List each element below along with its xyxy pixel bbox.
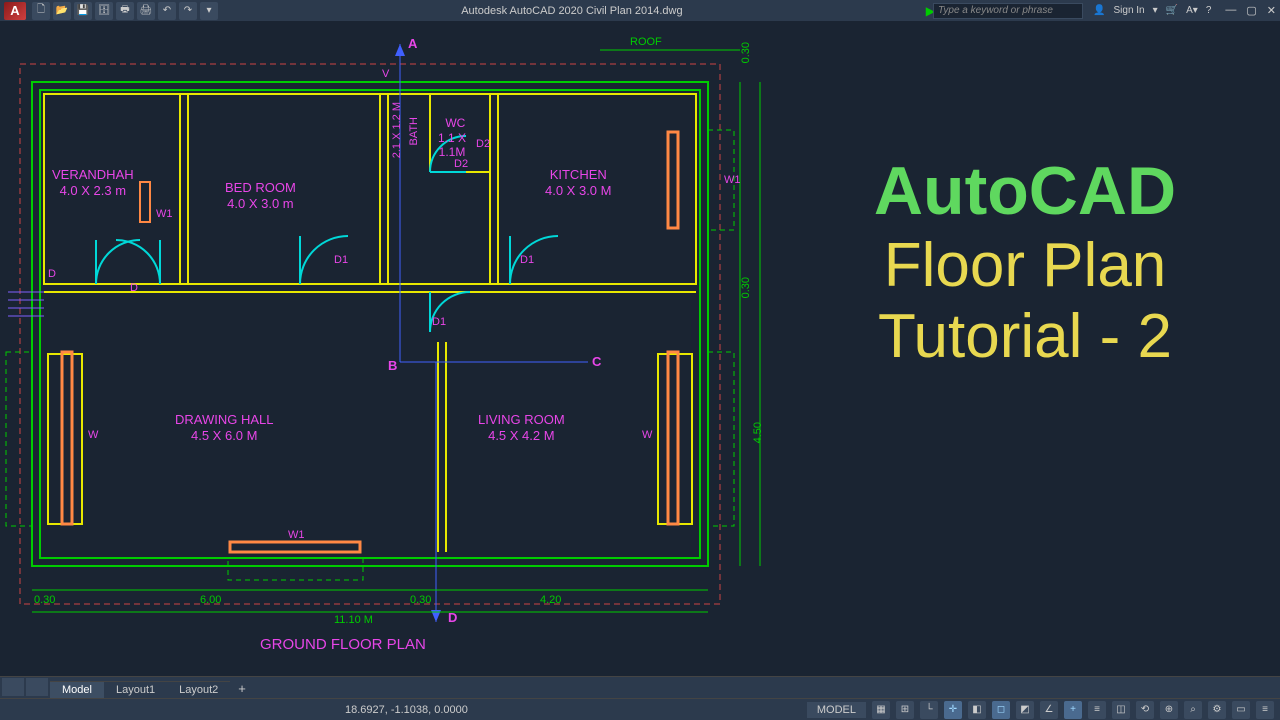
exchange-icon[interactable]: 🛒 <box>1166 5 1178 16</box>
dim-030-1: 0.30 <box>34 594 55 606</box>
undo-icon[interactable]: ↶ <box>158 2 176 20</box>
win-w-1: W <box>88 429 98 441</box>
saveas-icon[interactable]: 🗄 <box>95 2 113 20</box>
room-drawing: DRAWING HALL4.5 X 6.0 M <box>175 412 273 443</box>
model-tabs: Model Layout1 Layout2 + <box>0 676 1280 698</box>
title-bar: A 🗋 📂 💾 🗄 🖶 🖨 ↶ ↷ ▾ Autodesk AutoCAD 202… <box>0 0 1280 22</box>
customize-icon[interactable]: ≡ <box>1256 701 1274 719</box>
snap-icon[interactable]: ⊞ <box>896 701 914 719</box>
account-group: 👤 Sign In ▾ 🛒 A▾ ? <box>1093 5 1211 16</box>
search-input[interactable]: Type a keyword or phrase <box>933 3 1083 19</box>
redo-icon[interactable]: ↷ <box>179 2 197 20</box>
room-verandhah: VERANDHAH4.0 X 2.3 m <box>52 167 134 198</box>
tab-layout2[interactable]: Layout2 <box>167 681 230 698</box>
dim-450: 4.50 <box>752 422 764 443</box>
signin-dropdown-icon[interactable]: ▾ <box>1153 5 1158 16</box>
status-bar: 18.6927, -1.1038, 0.0000 MODEL ▦ ⊞ └ ✛ ◧… <box>0 698 1280 720</box>
overlay-line3: Tutorial - 2 <box>790 301 1260 372</box>
otrack-icon[interactable]: ∠ <box>1040 701 1058 719</box>
annomonitor-icon[interactable]: ⊕ <box>1160 701 1178 719</box>
dim-420: 4.20 <box>540 594 561 606</box>
status-tools: ▦ ⊞ └ ✛ ◧ ◻ ◩ ∠ + ≡ ◫ ⟲ ⊕ ⌕ ⚙ ▭ ≡ <box>872 701 1274 719</box>
maximize-button[interactable]: ▢ <box>1246 4 1256 17</box>
isodraft-icon[interactable]: ◧ <box>968 701 986 719</box>
window-title: Autodesk AutoCAD 2020 Civil Plan 2014.dw… <box>220 5 924 17</box>
roof-label: ROOF <box>630 36 662 48</box>
tab-add[interactable]: + <box>230 679 254 698</box>
help-icon[interactable]: ? <box>1206 5 1212 16</box>
qat-dropdown-icon[interactable]: ▾ <box>200 2 218 20</box>
tab-model[interactable]: Model <box>50 681 104 698</box>
lineweight-icon[interactable]: ≡ <box>1088 701 1106 719</box>
door-d1-1: D1 <box>334 254 348 266</box>
room-bedroom: BED ROOM4.0 X 3.0 m <box>225 180 296 211</box>
osnap-icon[interactable]: ◻ <box>992 701 1010 719</box>
overlay-line1: AutoCAD <box>790 152 1260 230</box>
room-wc: WC1.1 X 1.1M <box>438 102 466 160</box>
coordinates: 18.6927, -1.1038, 0.0000 <box>6 704 807 716</box>
app-menu-icon[interactable]: A▾ <box>1186 5 1198 16</box>
door-d-1: D <box>48 268 56 280</box>
section-d: D <box>448 610 457 625</box>
door-d2-2: D2 <box>476 138 490 150</box>
ortho-icon[interactable]: └ <box>920 701 938 719</box>
door-d-2: D <box>130 282 138 294</box>
autocad-logo-icon[interactable]: A <box>4 2 26 20</box>
win-w1-1: W1 <box>156 208 173 220</box>
door-d1-2: D1 <box>520 254 534 266</box>
section-c: C <box>592 354 601 369</box>
3dosnap-icon[interactable]: ◩ <box>1016 701 1034 719</box>
layout-grid-icon[interactable] <box>2 678 24 696</box>
overlay-title: AutoCAD Floor Plan Tutorial - 2 <box>790 152 1260 372</box>
win-w-2: W <box>642 429 652 441</box>
new-icon[interactable]: 🗋 <box>32 2 50 20</box>
section-b: B <box>388 358 397 373</box>
plan-title: GROUND FLOOR PLAN <box>260 636 426 654</box>
room-bath: BATH <box>408 117 421 146</box>
print-icon[interactable]: 🖨 <box>137 2 155 20</box>
save-icon[interactable]: 💾 <box>74 2 92 20</box>
tab-layout1[interactable]: Layout1 <box>104 681 167 698</box>
minimize-button[interactable]: — <box>1225 4 1236 17</box>
plot-icon[interactable]: 🖶 <box>116 2 134 20</box>
win-w1-3: W1 <box>288 529 305 541</box>
units-icon[interactable]: ⌕ <box>1184 701 1202 719</box>
clean-icon[interactable]: ▭ <box>1232 701 1250 719</box>
room-living: LIVING ROOM4.5 X 4.2 M <box>478 412 565 443</box>
open-icon[interactable]: 📂 <box>53 2 71 20</box>
door-d2-1: D2 <box>454 158 468 170</box>
door-d1-3: D1 <box>432 316 446 328</box>
cycling-icon[interactable]: ⟲ <box>1136 701 1154 719</box>
dim-600: 6.00 <box>200 594 221 606</box>
signin-icon[interactable]: 👤 <box>1093 5 1105 16</box>
grid-icon[interactable]: ▦ <box>872 701 890 719</box>
transparency-icon[interactable]: ◫ <box>1112 701 1130 719</box>
win-w1-2: W1 <box>724 174 741 186</box>
close-button[interactable]: ✕ <box>1267 4 1276 17</box>
section-a: A <box>408 36 417 51</box>
workspace-icon[interactable]: ⚙ <box>1208 701 1226 719</box>
dim-030-2: 0.30 <box>410 594 431 606</box>
model-space-button[interactable]: MODEL <box>807 702 866 718</box>
room-bath-dim: 2.1 X 1.2 M <box>391 102 404 158</box>
polar-icon[interactable]: ✛ <box>944 701 962 719</box>
signin-link[interactable]: Sign In <box>1113 5 1144 16</box>
dim-030-3: 0.30 <box>740 277 752 298</box>
overlay-line2: Floor Plan <box>790 230 1260 301</box>
quick-access-toolbar: 🗋 📂 💾 🗄 🖶 🖨 ↶ ↷ ▾ <box>32 2 218 20</box>
dim-030-top: 0.30 <box>740 42 752 63</box>
layout-prev-icon[interactable] <box>26 678 48 696</box>
dim-1110: 11.10 M <box>334 614 373 626</box>
room-kitchen: KITCHEN4.0 X 3.0 M <box>545 167 611 198</box>
dyninput-icon[interactable]: + <box>1064 701 1082 719</box>
window-controls: — ▢ ✕ <box>1225 4 1276 17</box>
vent-v: V <box>382 68 389 80</box>
drawing-canvas[interactable]: VERANDHAH4.0 X 2.3 m BED ROOM4.0 X 3.0 m… <box>0 22 1280 676</box>
